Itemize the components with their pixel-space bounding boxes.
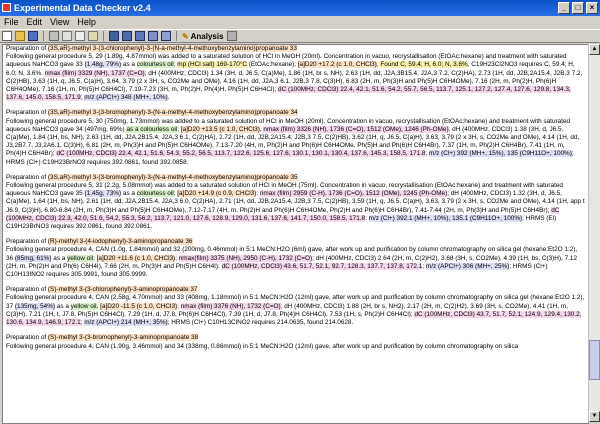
compound-name: (R)-methyl 3-(4-iodophenyl)-3-aminopropa… xyxy=(47,238,193,246)
save-icon[interactable] xyxy=(28,31,38,41)
help-icon[interactable] xyxy=(226,31,237,41)
compound-name: (S)-methyl 3-(3-chlorophenyl)-3-aminopro… xyxy=(47,286,198,294)
procedure-entry: Preparation of (S)-methyl 3-(3-bromophen… xyxy=(3,334,588,350)
compound-name: (3S,aR)-methyl 3-(3-bromophenyl)-3-(N-a-… xyxy=(47,173,298,181)
superscript-icon[interactable] xyxy=(161,31,171,41)
highlighted-data: yellow oil xyxy=(67,254,94,262)
text-run: as a xyxy=(55,302,71,310)
text-run: ; HRMS (Cl+) C10H13ClNO2 requires 214.06… xyxy=(167,319,354,327)
wand-icon: ✎ xyxy=(182,31,189,41)
procedure-entry: Preparation of (R)-methyl 3-(4-iodopheny… xyxy=(3,238,588,279)
subscript-icon[interactable] xyxy=(148,31,158,41)
window-title: Experimental Data Checker v2.4 xyxy=(14,3,151,13)
highlighted-data: nmax (film) 3329 (NH), 1737 (C=O) xyxy=(44,69,145,77)
toolbar-separator xyxy=(176,31,177,41)
highlighted-data: colourless oil xyxy=(136,190,174,198)
compound-name: (3S,aR)-methyl 3-(3-chlorophenyl)-3-(N-a… xyxy=(47,45,297,52)
highlighted-data: [a]D20 +14.9 (c 0.9, CHCl3) xyxy=(177,190,257,198)
highlighted-data: yellow oil xyxy=(70,302,97,310)
entry-header: Preparation of (3S,aR)-methyl 3-(3-bromo… xyxy=(6,173,585,182)
text-run: (EtOAc:hexane); xyxy=(246,61,298,69)
procedure-entry: Preparation of (3S,aR)-methyl 3-(3-bromo… xyxy=(3,109,588,166)
copy-icon[interactable] xyxy=(75,31,85,41)
toolbar-separator xyxy=(103,31,104,41)
italic-icon[interactable] xyxy=(122,31,132,41)
highlighted-data: [a]D20 +13.5 (c 1.0, CHCl3) xyxy=(180,125,260,133)
text-run: Following general procedure 4, CAN (1.90… xyxy=(6,342,519,350)
highlighted-data: (1.48g, 79%) xyxy=(84,61,122,69)
procedure-entry: Preparation of (3S,aR)-methyl 3-(3-chlor… xyxy=(3,45,588,102)
compound-name: (S)-methyl 3-(3-bromophenyl)-3-aminoprop… xyxy=(47,334,199,342)
menu-edit[interactable]: Edit xyxy=(23,16,47,29)
entry-prefix: Preparation of xyxy=(6,286,48,294)
new-file-icon[interactable] xyxy=(2,31,12,41)
compound-name: (3S,aR)-methyl 3-(3-bromophenyl)-3-(N-a-… xyxy=(47,109,298,117)
procedure-entry: Preparation of (3S,aR)-methyl 3-(3-bromo… xyxy=(3,173,588,231)
entry-header: Preparation of (R)-methyl 3-(4-iodopheny… xyxy=(6,238,585,246)
vertical-scrollbar[interactable]: ▲ ▼ xyxy=(588,44,600,422)
entry-prefix: Preparation of xyxy=(6,238,48,246)
highlighted-data: (1.45g, 73%) xyxy=(84,190,122,198)
entry-prefix: Preparation of xyxy=(6,109,48,117)
menu-bar: File Edit View Help xyxy=(0,16,600,29)
entry-header: Preparation of (3S,aR)-methyl 3-(3-bromo… xyxy=(6,109,585,117)
analysis-button[interactable]: ✎ Analysis xyxy=(182,32,224,41)
highlighted-data: as a colourless oil xyxy=(126,125,178,133)
highlighted-data: [a]D20 +17.2 (c 1.0, CHCl3) xyxy=(297,61,377,69)
open-folder-icon[interactable] xyxy=(15,31,25,41)
highlighted-data: [a]D20 +11.6 (c 1.0, CHCl3) xyxy=(96,254,176,262)
highlighted-data: m/z (APCI+) 348 (MH+, 10%) xyxy=(84,94,168,102)
toolbar-separator xyxy=(43,31,44,41)
entry-prefix: Preparation of xyxy=(6,334,48,342)
entry-prefix: Preparation of xyxy=(6,173,48,181)
highlighted-data: dC (100MHz, CDCl3) 43.6, 51.7, 52.1, 92.… xyxy=(221,262,423,270)
maximize-button[interactable]: □ xyxy=(572,2,584,14)
entry-header: Preparation of (3S,aR)-methyl 3-(3-chlor… xyxy=(6,45,585,53)
highlighted-data: nmax (film) 3326 (NH), 1736 (C=O), 1512 … xyxy=(263,125,449,133)
entry-header: Preparation of (S)-methyl 3-(3-chlorophe… xyxy=(6,286,585,294)
scroll-thumb[interactable] xyxy=(589,340,600,380)
highlighted-data: [a]D20 -11.5 (c 1.0, CHCl3) xyxy=(100,302,178,310)
menu-help[interactable]: Help xyxy=(73,16,100,29)
bold-icon[interactable] xyxy=(109,31,119,41)
highlighted-data: m/z (APCI+) 306 (MH+, 25%) xyxy=(425,262,510,270)
scroll-down-arrow[interactable]: ▼ xyxy=(589,411,600,422)
scroll-up-arrow[interactable]: ▲ xyxy=(589,44,600,55)
toolbar: ✎ Analysis xyxy=(0,29,600,43)
highlighted-data: nmax (film) 2959 (C-H), 1736 (C=O), 1512… xyxy=(259,190,448,198)
text-run: as a xyxy=(121,190,137,198)
paste-icon[interactable] xyxy=(88,31,98,41)
minimize-button[interactable]: _ xyxy=(558,2,570,14)
highlighted-data: colourless oil xyxy=(136,61,174,69)
highlighted-data: m/z (APCI+) 214 (MH+, 35%) xyxy=(84,319,168,327)
highlighted-data: nmax (film) 3376 (NH), 1732 (C=O) xyxy=(180,302,281,310)
close-button[interactable]: × xyxy=(586,2,598,14)
entry-prefix: Preparation of xyxy=(6,45,48,52)
highlighted-data: (135mg, 54%) xyxy=(14,302,56,310)
text-run: as a xyxy=(51,254,68,262)
app-icon xyxy=(2,3,11,12)
highlighted-data: (85mg, 61%) xyxy=(14,254,52,262)
procedure-entry: Preparation of (S)-methyl 3-(3-chlorophe… xyxy=(3,286,588,327)
document-area[interactable]: Preparation of (3S,aR)-methyl 3-(3-chlor… xyxy=(2,44,589,424)
highlighted-data: nmax(film) 3375 (NH), 2950 (C-H), 1732 (… xyxy=(178,254,313,262)
highlighted-data: Found C, 59.4; H, 6.0; N, 3.6% xyxy=(380,61,468,69)
print-icon[interactable] xyxy=(49,31,59,41)
entry-header: Preparation of (S)-methyl 3-(3-bromophen… xyxy=(6,334,585,342)
underline-icon[interactable] xyxy=(135,31,145,41)
cut-icon[interactable] xyxy=(62,31,72,41)
highlighted-data: dC (100MHz, CDCl3) 22.4, 42.1, 51.6, 54.… xyxy=(56,150,426,158)
title-bar: Experimental Data Checker v2.4 _ □ × xyxy=(0,0,600,16)
highlighted-data: m/z (Cl+) 392.1 (MH+, 10%), 135.1 (C9H11… xyxy=(368,214,523,222)
highlighted-data: mp (HCl salt) 169-170°C xyxy=(177,61,247,69)
text-run: as a xyxy=(121,61,137,69)
menu-file[interactable]: File xyxy=(0,16,23,29)
highlighted-data: m/z (Cl+) 392 (MH+, 15%), 135 (C9H11O+, … xyxy=(429,150,572,158)
text-run: . xyxy=(167,94,170,102)
menu-view[interactable]: View xyxy=(46,16,73,29)
